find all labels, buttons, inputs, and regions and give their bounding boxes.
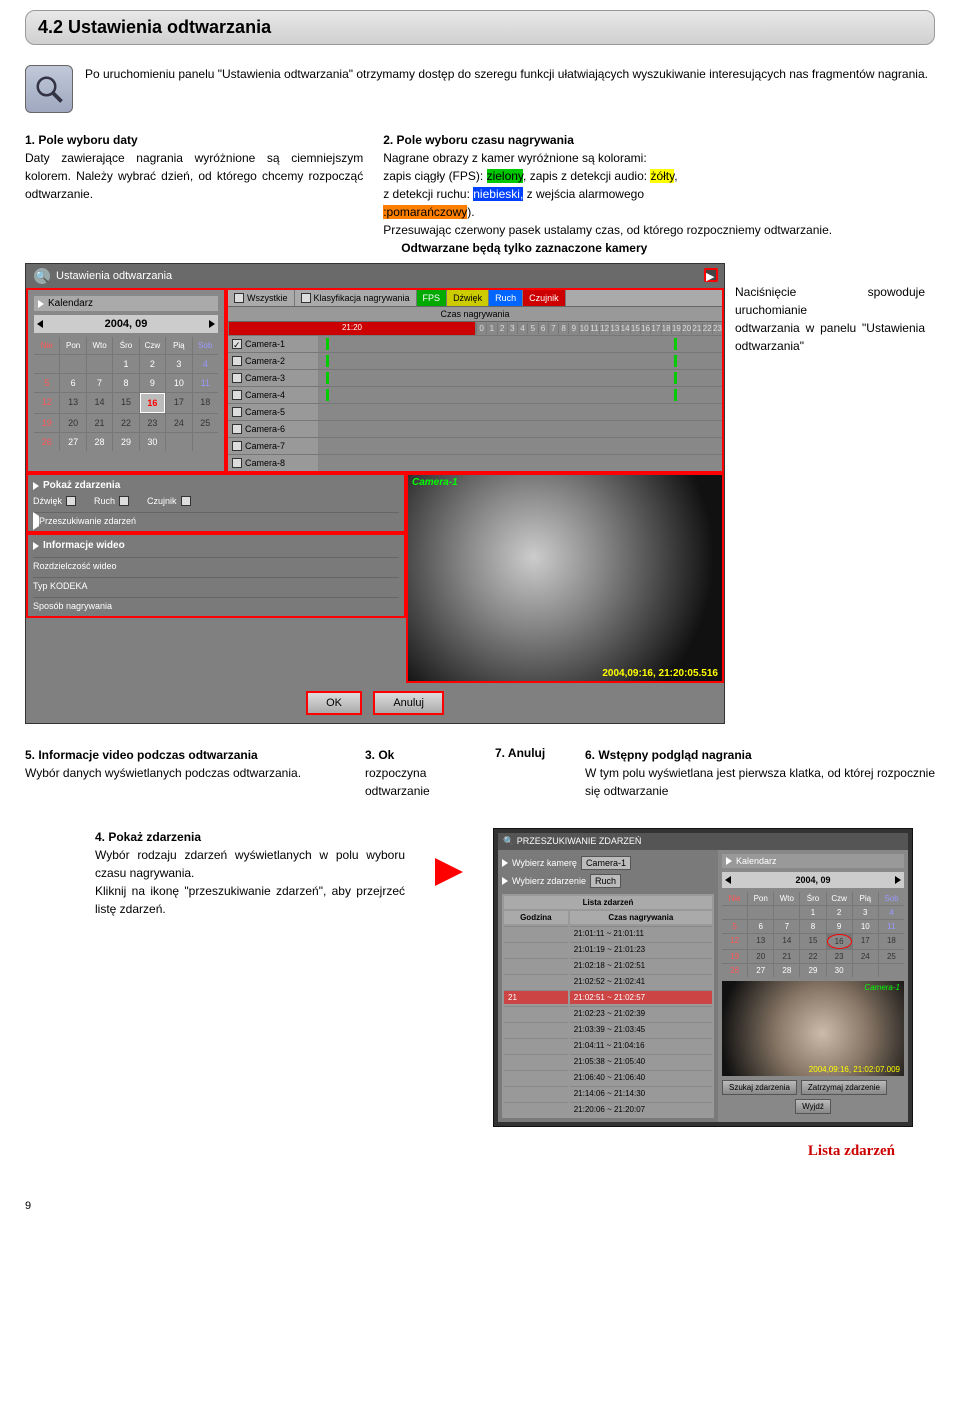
hl-yellow: żółty [650, 169, 674, 183]
t: z detekcji ruchu: [383, 187, 473, 201]
timeline-label: Czas nagrywania [228, 306, 722, 322]
calendar-panel[interactable]: Kalendarz 2004, 09 NiePonWtoŚroCzwPiąSob… [26, 288, 226, 473]
calendar-grid[interactable]: NiePonWtoŚroCzwPiąSob1234567891011121314… [34, 337, 218, 451]
note3-title: 3. Ok [365, 748, 394, 762]
note2-title: 2. Pole wyboru czasu nagrywania [383, 131, 935, 149]
tab-mot[interactable]: Ruch [489, 290, 523, 306]
t: ). [467, 205, 474, 219]
hl-green: zielony [487, 169, 523, 183]
window-titlebar: 🔍 Ustawienia odtwarzania ▶ [26, 264, 724, 288]
magnifier-icon [25, 65, 73, 113]
note4-title: 4. Pokaż zdarzenia [95, 828, 405, 846]
note4-body2: Kliknij na ikonę "przeszukiwanie zdarzeń… [95, 882, 405, 918]
next-month-icon[interactable] [895, 876, 901, 884]
chk-sensor[interactable]: Czujnik [147, 496, 191, 506]
page-number: 9 [25, 1200, 935, 1212]
info-codec: Typ KODEKA [33, 577, 399, 591]
events-search-screenshot: 🔍 PRZESZUKIWANIE ZDARZEŃ Wybierz kamerę … [493, 828, 913, 1127]
hl-orange: :pomarańczowy [383, 205, 467, 219]
note2-line3: z detekcji ruchu: niebieski, z wejścia a… [383, 185, 935, 203]
ev-cal-month: 2004, 09 [795, 875, 830, 885]
side-note: Naciśnięcie spowoduje uruchomianie odtwa… [735, 263, 925, 724]
list-header: Lista zdarzeń [504, 896, 712, 909]
note4-body: Wybór rodzaju zdarzeń wyświetlanych w po… [95, 846, 405, 882]
time-marker[interactable]: 21:20 [228, 322, 475, 335]
cal-title: Kalendarz [48, 298, 93, 309]
pokaz-title: Pokaż zdarzenia [43, 480, 120, 491]
note2-line1: Nagrane obrazy z kamer wyróżnione są kol… [383, 149, 935, 167]
tab-all[interactable]: Wszystkie [228, 290, 295, 306]
ev-preview-label: Camera-1 [864, 983, 900, 992]
info-title: Informacje wideo [43, 540, 125, 551]
note2-line4: Przesuwając czerwony pasek ustalamy czas… [383, 221, 935, 239]
expand-icon [38, 300, 44, 308]
play-button[interactable]: ▶ [704, 268, 718, 282]
prev-month-icon[interactable] [37, 320, 43, 328]
search-events-link[interactable]: Przeszukiwanie zdarzeń [33, 512, 399, 526]
note2-line3b: :pomarańczowy). [383, 203, 935, 221]
lista-caption: Lista zdarzeń [25, 1143, 895, 1160]
playback-settings-screenshot: 🔍 Ustawienia odtwarzania ▶ Kalendarz 200… [25, 263, 725, 724]
cal-month: 2004, 09 [105, 318, 148, 330]
note1-body: Daty zawierające nagrania wyróżnione są … [25, 149, 363, 203]
video-info-panel: Informacje wideo Rozdzielczość wideo Typ… [26, 533, 406, 618]
timeline-panel[interactable]: Wszystkie Klasyfikacja nagrywania FPS Dź… [226, 288, 724, 473]
note7: 7. Anuluj [495, 746, 565, 760]
note6-body: W tym polu wyświetlana jest pierwsza kla… [585, 764, 935, 800]
info-res: Rozdzielczość wideo [33, 557, 399, 571]
tab-klas[interactable]: Klasyfikacja nagrywania [295, 290, 417, 306]
prev-month-icon[interactable] [725, 876, 731, 884]
chk-audio[interactable]: Dźwięk [33, 496, 76, 506]
note1-title: 1. Pole wyboru daty [25, 131, 363, 149]
section-title: 4.2 Ustawienia odtwarzania [25, 10, 935, 45]
ok-button[interactable]: OK [306, 691, 362, 715]
t: z wejścia alarmowego [523, 187, 644, 201]
events-filter-panel[interactable]: Pokaż zdarzenia Dźwięk Ruch Czujnik Prze… [26, 473, 406, 533]
info-method: Sposób nagrywania [33, 597, 399, 611]
tab-alm[interactable]: Czujnik [523, 290, 566, 306]
note2-line2: zapis ciągły (FPS): zielony, zapis z det… [383, 167, 935, 185]
events-list-table[interactable]: Lista zdarzeń GodzinaCzas nagrywania 21:… [502, 894, 714, 1118]
events-window-title: 🔍 PRZESZUKIWANIE ZDARZEŃ [498, 833, 908, 850]
ev-preview-ts: 2004,09:16, 21:02:07.009 [809, 1065, 900, 1074]
calendar-grid[interactable]: NiePonWtoŚroCzwPiąSob1234567891011121314… [722, 892, 904, 977]
preview-panel: Camera-1 2004,09:16, 21:20:05.516 [406, 473, 724, 683]
chk-motion[interactable]: Ruch [94, 496, 129, 506]
intro-text: Po uruchomieniu panelu "Ustawienia odtwa… [85, 65, 935, 113]
hl-blue: niebieski, [473, 187, 523, 201]
col-hour: Godzina [504, 911, 568, 924]
t: zapis ciągły (FPS): [383, 169, 486, 183]
select-event-row[interactable]: Wybierz zdarzenie Ruch [502, 872, 714, 890]
select-camera-row[interactable]: Wybierz kamerę Camera-1 [502, 854, 714, 872]
note5-body: Wybór danych wyświetlanych podczas odtwa… [25, 764, 345, 782]
preview-label: Camera-1 [412, 477, 458, 488]
events-preview: Camera-1 2004,09:16, 21:02:07.009 [722, 981, 904, 1076]
window-title: Ustawienia odtwarzania [56, 270, 172, 282]
t: , [674, 169, 677, 183]
tab-aud[interactable]: Dźwięk [447, 290, 489, 306]
note3-body: rozpoczyna odtwarzanie [365, 766, 430, 798]
stop-event-button[interactable]: Zatrzymaj zdarzenie [801, 1080, 887, 1095]
note2-line5: Odtwarzane będą tylko zaznaczone kamery [383, 239, 935, 257]
tab-fps[interactable]: FPS [417, 290, 448, 306]
note6-title: 6. Wstępny podgląd nagrania [585, 746, 935, 764]
exit-button[interactable]: Wyjdź [795, 1099, 831, 1114]
preview-timestamp: 2004,09:16, 21:20:05.516 [602, 668, 718, 679]
t: , zapis z detekcji audio: [523, 169, 650, 183]
search-event-button[interactable]: Szukaj zdarzenia [722, 1080, 797, 1095]
red-arrow-icon [435, 858, 463, 886]
magnifier-small-icon: 🔍 [34, 268, 50, 284]
note5-title: 5. Informacje video podczas odtwarzania [25, 746, 345, 764]
ev-cal-title: Kalendarz [736, 856, 777, 866]
next-month-icon[interactable] [209, 320, 215, 328]
col-time: Czas nagrywania [570, 911, 712, 924]
cancel-button[interactable]: Anuluj [373, 691, 444, 715]
